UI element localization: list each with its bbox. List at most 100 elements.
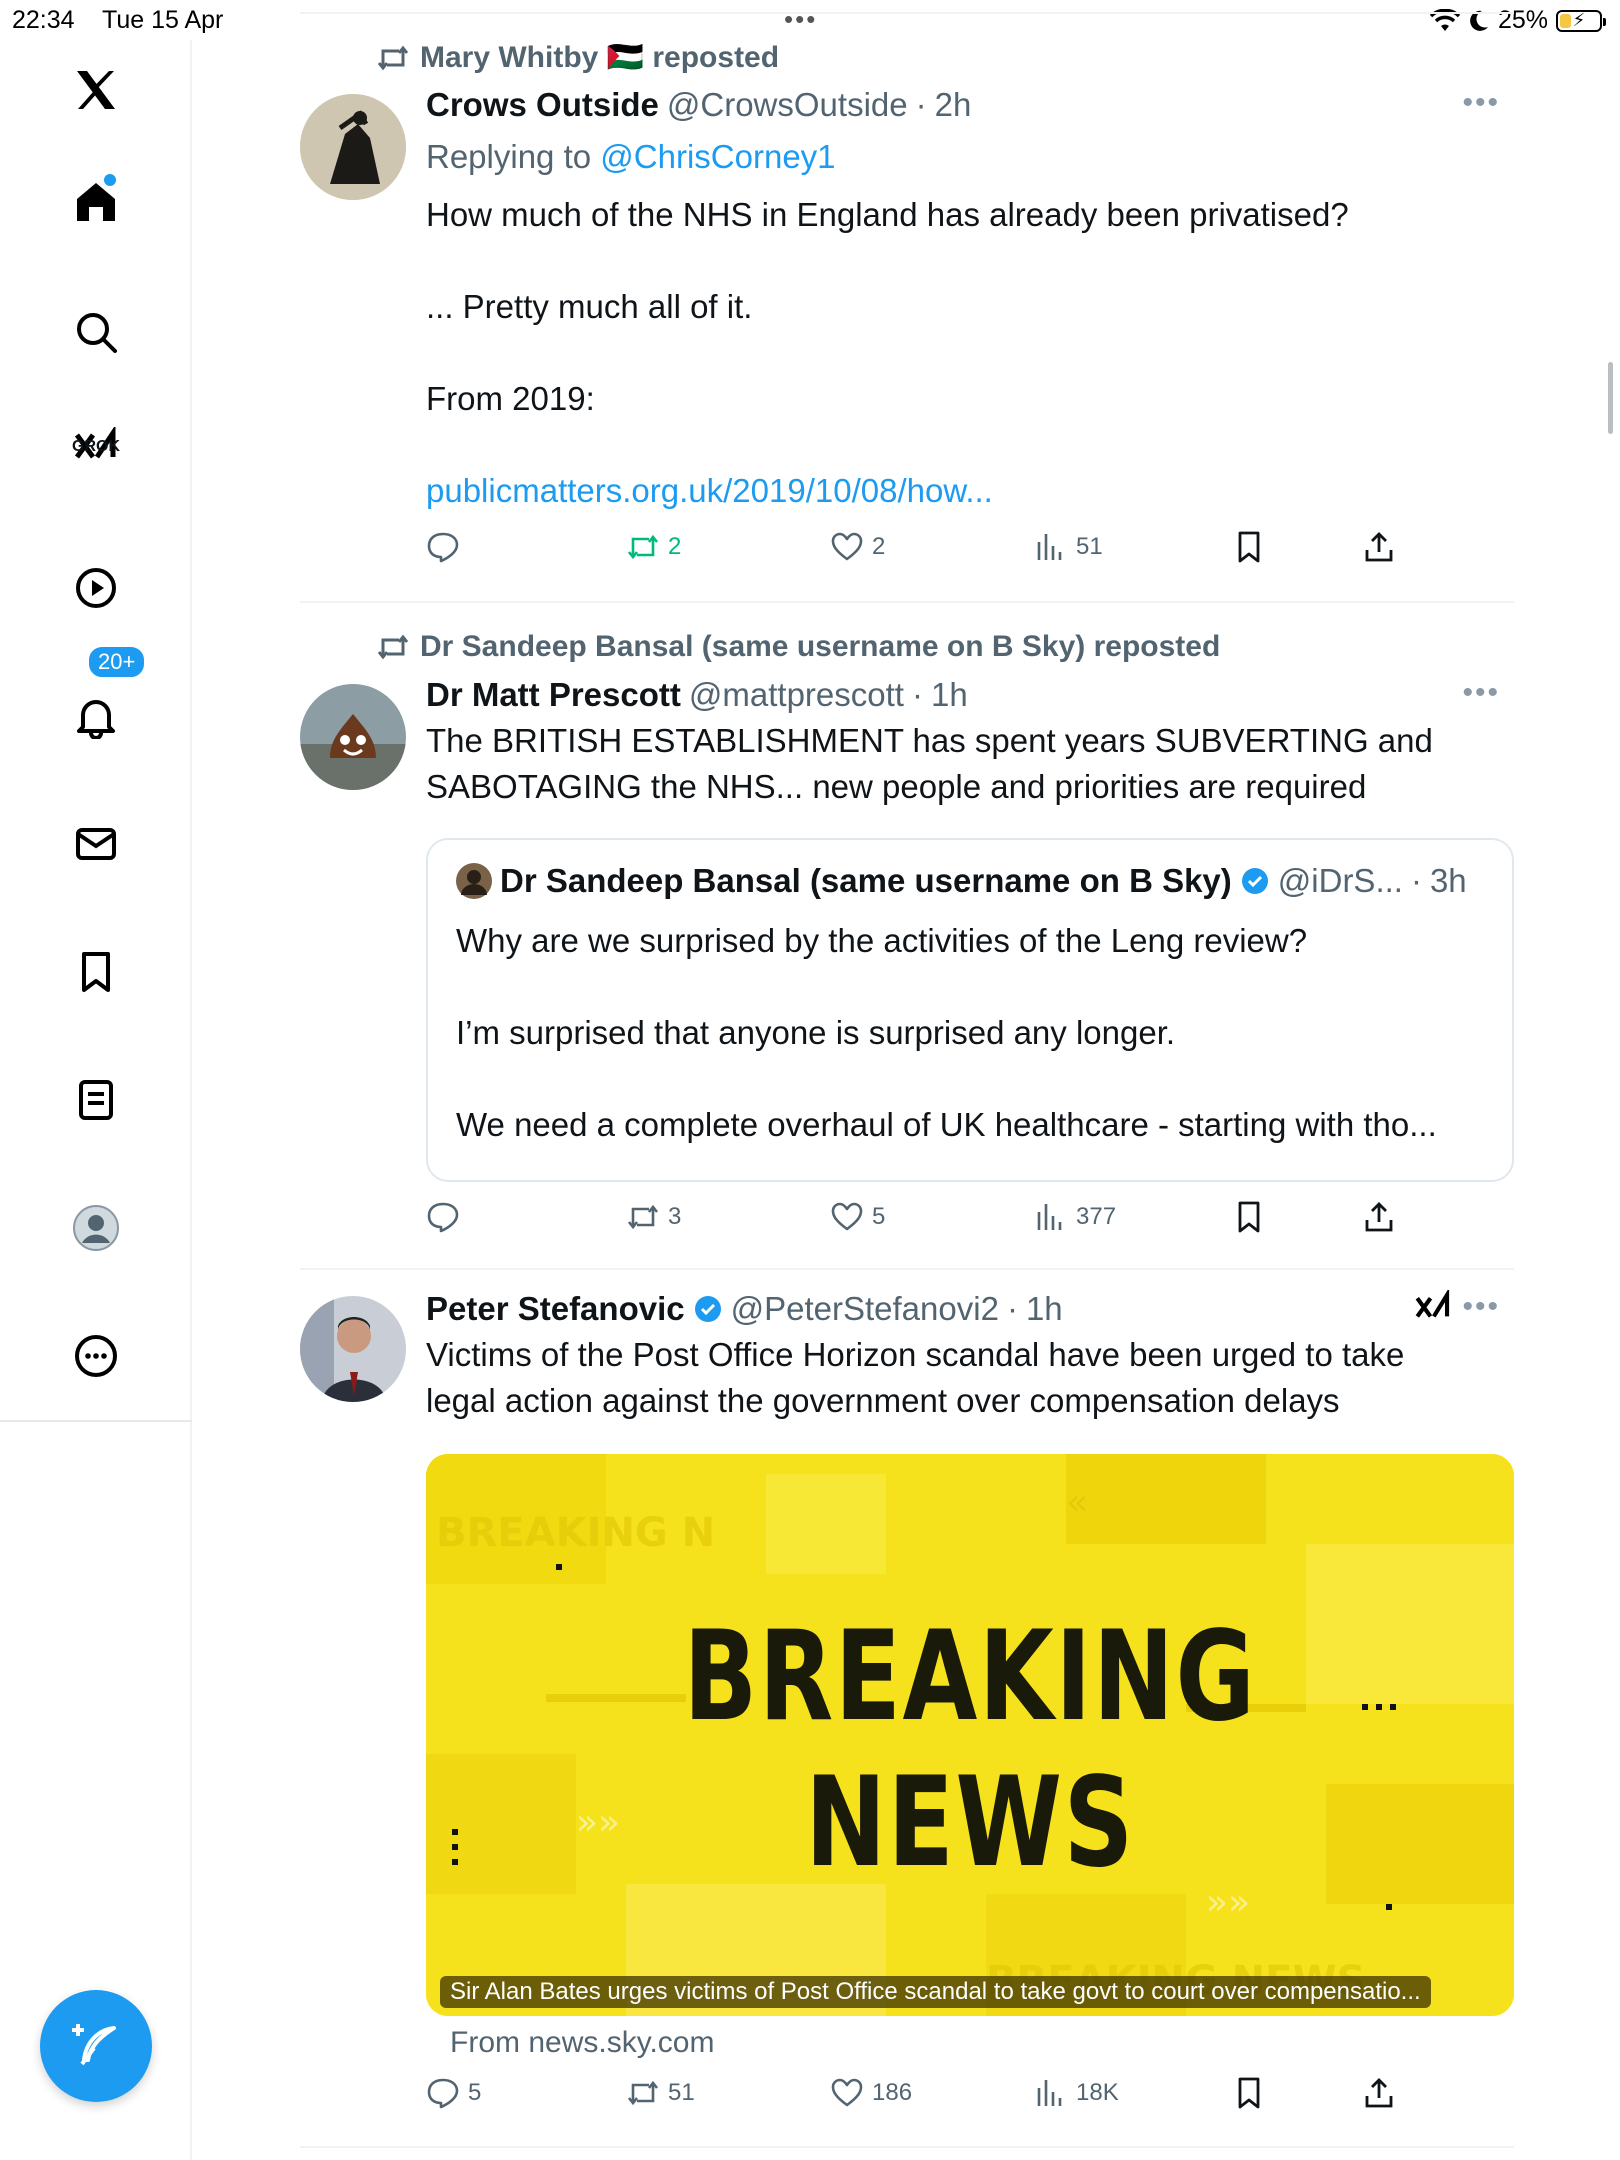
bookmark-button[interactable] (1232, 530, 1266, 564)
author-name[interactable]: Peter Stefanovic (426, 1290, 685, 1328)
scrollbar[interactable] (1608, 362, 1613, 434)
reply-button[interactable] (426, 530, 468, 564)
replying-to-label: Replying to (426, 138, 592, 175)
repost-button[interactable]: 2 (626, 530, 681, 564)
tweet-text: Victims of the Post Office Horizon scand… (426, 1336, 1405, 1419)
profile-avatar-icon[interactable] (56, 1188, 136, 1268)
bookmarks-icon[interactable] (56, 932, 136, 1012)
more-options-icon[interactable]: ••• (1462, 676, 1500, 710)
like-button[interactable]: 5 (830, 1200, 885, 1234)
reply-icon (427, 532, 459, 563)
status-right: 25% ⚡ (1429, 6, 1606, 35)
tweet-link[interactable]: publicmatters.org.uk/2019/10/08/how... (426, 468, 1514, 514)
reply-to-handle[interactable]: @ChrisCorney1 (600, 138, 835, 175)
search-icon[interactable] (56, 292, 136, 372)
bookmark-button[interactable] (1232, 2076, 1266, 2110)
more-options-icon[interactable]: ••• (1462, 86, 1500, 120)
views-chart-icon (1037, 534, 1062, 560)
views-button[interactable]: 18K (1034, 2076, 1119, 2110)
repost-icon (627, 534, 659, 560)
heart-icon (831, 2078, 863, 2107)
avatar[interactable] (300, 1296, 406, 1402)
avatar[interactable] (300, 94, 406, 200)
charging-bolt-icon: ⚡ (1572, 10, 1586, 30)
media-headline: BREAKING NEWS (546, 1604, 1395, 1896)
quote-author-name[interactable]: Dr Sandeep Bansal (same username on B Sk… (500, 862, 1232, 900)
dot-separator: · (1410, 862, 1422, 899)
repost-icon (627, 1204, 659, 1230)
tweet-actions: 3 5 377 (426, 1200, 1426, 1246)
views-count: 51 (1076, 533, 1103, 560)
heart-icon (831, 532, 863, 561)
author-handle[interactable]: @mattprescott (689, 676, 904, 714)
avatar-image (300, 1296, 406, 1402)
timestamp[interactable]: 2h (935, 86, 972, 124)
compose-post-button[interactable] (40, 1990, 152, 2102)
video-play-icon[interactable] (56, 548, 136, 628)
views-button[interactable]: 377 (1034, 1200, 1116, 1234)
like-button[interactable]: 2 (830, 530, 885, 564)
top-divider (300, 12, 1514, 14)
quote-author-handle[interactable]: @iDrS... (1278, 862, 1403, 900)
bookmark-icon (1238, 1201, 1260, 1233)
author-name[interactable]: Crows Outside (426, 86, 659, 124)
repost-count: 51 (668, 2079, 695, 2106)
repost-button[interactable]: 51 (626, 2076, 695, 2110)
timestamp[interactable]: 1h (1026, 1290, 1063, 1328)
share-button[interactable] (1362, 2076, 1396, 2110)
share-button[interactable] (1362, 1200, 1396, 1234)
share-icon (1365, 1202, 1393, 1232)
tweet-body: Dr Matt Prescott @mattprescott · 1h ••• … (426, 676, 1514, 810)
battery-percent: 25% (1497, 6, 1548, 34)
repost-count: 3 (668, 1203, 682, 1230)
tweet-actions: 2 2 51 (426, 530, 1426, 576)
reply-icon (427, 2078, 459, 2109)
link-source[interactable]: From news.sky.com (450, 2020, 714, 2066)
reply-icon (427, 1202, 459, 1233)
bookmark-button[interactable] (1232, 1200, 1266, 1234)
x-logo-icon[interactable] (56, 50, 136, 130)
more-options-icon[interactable]: ••• (1462, 1290, 1500, 1324)
status-date: Tue 15 Apr (102, 6, 224, 34)
sidebar-divider (0, 1420, 192, 1422)
grok-icon[interactable] (1414, 1287, 1452, 1333)
author-handle[interactable]: @CrowsOutside (667, 86, 908, 124)
timestamp[interactable]: 1h (931, 676, 968, 714)
views-count: 18K (1076, 2079, 1119, 2106)
quote-text-line: I’m surprised that anyone is surprised a… (456, 1014, 1176, 1051)
repost-count: 2 (668, 533, 682, 560)
author-handle[interactable]: @PeterStefanovi2 (731, 1290, 999, 1328)
bookmark-icon (1238, 531, 1260, 563)
home-icon[interactable] (56, 162, 136, 242)
notifications-bell-icon[interactable] (56, 676, 136, 756)
repost-icon (377, 45, 409, 70)
media-card[interactable]: BREAKING N BREAKING NEWS « »» »» BREAKIN… (426, 1454, 1514, 2016)
repost-icon (377, 634, 409, 660)
bookmark-icon (1238, 2077, 1260, 2109)
tweet-header: Dr Matt Prescott @mattprescott · 1h (426, 676, 1514, 714)
messages-mail-icon[interactable] (56, 804, 136, 884)
verified-badge-icon (694, 1296, 721, 1322)
share-icon (1365, 2078, 1393, 2108)
status-bar: 22:34 Tue 15 Apr ••• 25% ⚡ (0, 0, 1620, 40)
repost-button[interactable]: 3 (626, 1200, 681, 1234)
svg-text:«: « (1066, 1482, 1088, 1523)
home-notification-dot (104, 174, 116, 186)
author-name[interactable]: Dr Matt Prescott (426, 676, 681, 714)
reply-button[interactable] (426, 1200, 468, 1234)
reply-button[interactable]: 5 (426, 2076, 481, 2110)
share-button[interactable] (1362, 530, 1396, 564)
repost-context-text: Dr Sandeep Bansal (same username on B Sk… (420, 630, 1221, 663)
lists-icon[interactable] (56, 1060, 136, 1140)
notifications-badge: 20+ (86, 644, 148, 680)
more-options-icon[interactable] (56, 1316, 136, 1396)
repost-context: Mary Whitby 🇵🇸 reposted (376, 40, 779, 75)
tweet-header: Crows Outside @CrowsOutside · 2h (426, 86, 1514, 124)
media-headline-line: NEWS (805, 1751, 1135, 1895)
like-count: 186 (872, 2079, 913, 2106)
multitask-dots-icon[interactable]: ••• (784, 4, 817, 35)
avatar[interactable] (300, 684, 406, 790)
views-button[interactable]: 51 (1034, 530, 1103, 564)
quoted-tweet[interactable]: Dr Sandeep Bansal (same username on B Sk… (426, 838, 1514, 1182)
like-button[interactable]: 186 (830, 2076, 912, 2110)
